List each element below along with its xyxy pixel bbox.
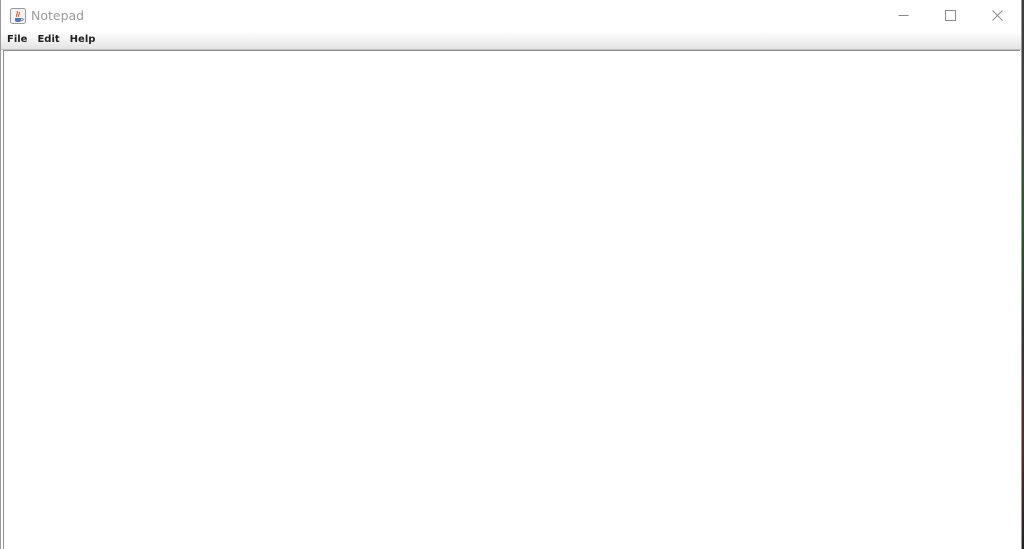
maximize-icon [945, 10, 956, 21]
window-title: Notepad [31, 8, 85, 23]
editor-text-area[interactable] [3, 50, 1020, 549]
minimize-icon [898, 15, 909, 16]
caption-buttons [880, 0, 1021, 31]
menu-file[interactable]: File [1, 31, 32, 49]
close-icon [992, 10, 1003, 21]
menu-edit[interactable]: Edit [32, 31, 64, 49]
close-button[interactable] [974, 0, 1021, 31]
java-cup-icon[interactable] [10, 7, 26, 24]
title-bar[interactable]: Notepad [1, 0, 1021, 31]
minimize-button[interactable] [880, 0, 927, 31]
maximize-button[interactable] [927, 0, 974, 31]
menu-bar: File Edit Help [1, 31, 1021, 50]
notepad-window: Notepad File Edit Help [0, 0, 1022, 549]
menu-help[interactable]: Help [65, 31, 101, 49]
